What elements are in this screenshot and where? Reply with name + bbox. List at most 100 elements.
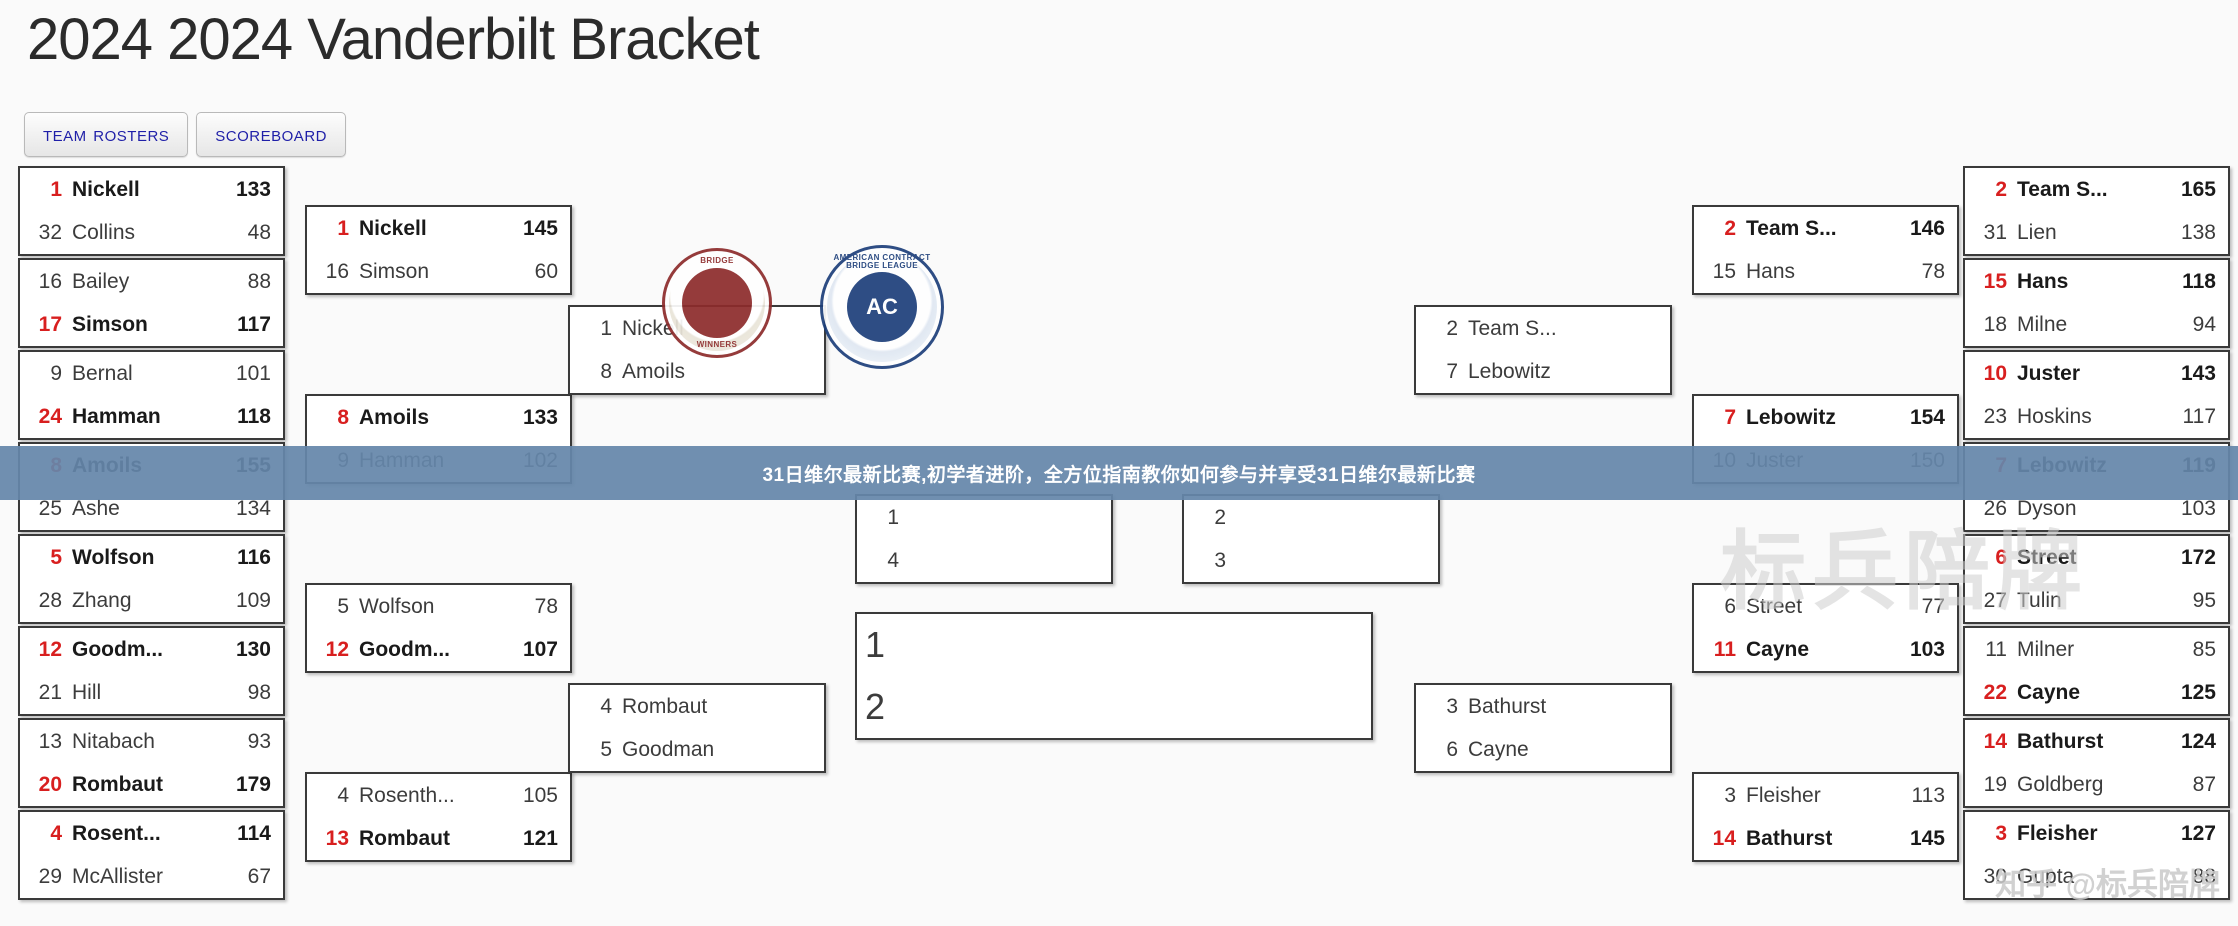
team-name: Hill: [72, 680, 102, 704]
team-name: Ashe: [72, 496, 120, 520]
seed-number: 1: [865, 624, 886, 665]
seed-number: 2: [865, 686, 886, 727]
match-box[interactable]: 5 Wolfson 116 28 Zhang 109: [18, 534, 285, 624]
seed-number: 16: [325, 259, 349, 283]
team-name: Goldberg: [2017, 772, 2104, 796]
team-score: 109: [235, 588, 271, 612]
team-score: 143: [2180, 361, 2216, 385]
seed-number: 23: [1983, 404, 2007, 428]
seed-number: 7: [1446, 359, 1458, 383]
match-row: 11 Milner 85: [1965, 628, 2228, 671]
team-name: Fleisher: [2017, 821, 2098, 845]
match-box[interactable]: 3 Fleisher 113 14 Bathurst 145: [1692, 772, 1959, 862]
match-box[interactable]: 23: [1182, 494, 1440, 584]
match-box[interactable]: 13 Nitabach 93 20 Rombaut 179: [18, 718, 285, 808]
seed-number: 28: [38, 588, 62, 612]
match-box[interactable]: 3 Bathurst 6 Cayne: [1414, 683, 1672, 773]
match-row: 10 Juster 143: [1965, 352, 2228, 395]
seed-number: 22: [1983, 680, 2007, 704]
match-row: 22 Cayne 125: [1965, 671, 2228, 714]
team-score: 116: [237, 545, 271, 569]
bracket-page: 2024 2024 Vanderbilt Bracket Team Roster…: [0, 0, 2238, 926]
match-row: 11 Cayne 103: [1694, 628, 1957, 671]
team-name: Rosent...: [72, 821, 161, 845]
promo-banner-text: 31日维尔最新比赛,初学者进阶，全方位指南教你如何参与并享受31日维尔最新比赛: [762, 464, 1476, 486]
team-score: 154: [1909, 405, 1945, 429]
seed-number: 5: [600, 737, 612, 761]
match-box[interactable]: 4 Rombaut 5 Goodman: [568, 683, 826, 773]
match-box[interactable]: 12: [855, 612, 1373, 740]
seed-number: 16: [38, 269, 62, 293]
match-row: 23 Hoskins 117: [1965, 395, 2228, 438]
match-row: 31 Lien 138: [1965, 211, 2228, 254]
team-score: 124: [2180, 729, 2216, 753]
match-box[interactable]: 12 Goodm... 130 21 Hill 98: [18, 626, 285, 716]
seed-number: 3: [1214, 548, 1226, 572]
seed-number: 24: [38, 404, 62, 428]
tab-team-rosters[interactable]: Team Rosters: [24, 112, 189, 157]
match-box[interactable]: 1 Nickell 145 16 Simson 60: [305, 205, 572, 295]
match-box[interactable]: 15 Hans 118 18 Milne 94: [1963, 258, 2230, 348]
team-score: 133: [522, 405, 558, 429]
seed-number: 9: [50, 361, 62, 385]
match-row: 1: [857, 496, 1111, 539]
team-score: 165: [2180, 177, 2216, 201]
match-row: 16 Bailey 88: [20, 260, 283, 303]
match-box[interactable]: 4 Rosenth... 105 13 Rombaut 121: [305, 772, 572, 862]
match-row: 29 McAllister 67: [20, 855, 283, 898]
team-score: 78: [534, 594, 558, 618]
team-score: 67: [247, 864, 271, 888]
team-score: 138: [2180, 220, 2216, 244]
team-score: 145: [522, 216, 558, 240]
team-name: Lien: [2017, 220, 2057, 244]
match-row: 5 Goodman: [570, 728, 824, 771]
seed-number: 7: [1724, 405, 1736, 429]
match-row: 5 Wolfson 78: [307, 585, 570, 628]
match-box[interactable]: 11 Milner 85 22 Cayne 125: [1963, 626, 2230, 716]
seed-number: 5: [50, 545, 62, 569]
seed-number: 18: [1983, 312, 2007, 336]
team-score: 103: [2180, 496, 2216, 520]
seed-number: 2: [1446, 316, 1458, 340]
team-name: Hans: [1746, 259, 1796, 283]
promo-banner: 31日维尔最新比赛,初学者进阶，全方位指南教你如何参与并享受31日维尔最新比赛: [0, 446, 2238, 500]
team-score: 85: [2192, 637, 2216, 661]
team-name: Team S...: [1746, 216, 1837, 240]
match-row: 14 Bathurst 145: [1694, 817, 1957, 860]
seed-number: 13: [325, 826, 349, 850]
match-row: 2 Team S... 146: [1694, 207, 1957, 250]
match-box[interactable]: 2 Team S... 7 Lebowitz: [1414, 305, 1672, 395]
match-box[interactable]: 5 Wolfson 78 12 Goodm... 107: [305, 583, 572, 673]
team-name: Wolfson: [72, 545, 155, 569]
match-box[interactable]: 9 Bernal 101 24 Hamman 118: [18, 350, 285, 440]
team-name: Simson: [359, 259, 430, 283]
team-score: 113: [1911, 783, 1945, 807]
match-row: 3 Fleisher 113: [1694, 774, 1957, 817]
match-row: 7 Lebowitz 154: [1694, 396, 1957, 439]
team-name: Collins: [72, 220, 136, 244]
match-box[interactable]: 14 Bathurst 124 19 Goldberg 87: [1963, 718, 2230, 808]
team-score: 118: [237, 404, 271, 428]
match-row: 3 Fleisher 127: [1965, 812, 2228, 855]
match-row: 9 Bernal 101: [20, 352, 283, 395]
seed-number: 12: [325, 637, 349, 661]
tab-scoreboard[interactable]: Scoreboard: [196, 112, 346, 157]
match-row: 4: [857, 539, 1111, 582]
match-box[interactable]: 4 Rosent... 114 29 McAllister 67: [18, 810, 285, 900]
team-score: 94: [2192, 312, 2216, 336]
team-name: Team S...: [1468, 316, 1557, 340]
match-row: 13 Nitabach 93: [20, 720, 283, 763]
seed-number: 25: [38, 496, 62, 520]
match-row: 15 Hans 118: [1965, 260, 2228, 303]
seed-number: 14: [1983, 729, 2007, 753]
match-box[interactable]: 10 Juster 143 23 Hoskins 117: [1963, 350, 2230, 440]
match-box[interactable]: 14: [855, 494, 1113, 584]
match-box[interactable]: 2 Team S... 146 15 Hans 78: [1692, 205, 1959, 295]
match-box[interactable]: 1 Nickell 133 32 Collins 48: [18, 166, 285, 256]
team-name: Hoskins: [2017, 404, 2092, 428]
team-score: 114: [237, 821, 271, 845]
team-score: 105: [522, 783, 558, 807]
match-box[interactable]: 2 Team S... 165 31 Lien 138: [1963, 166, 2230, 256]
match-box[interactable]: 16 Bailey 88 17 Simson 117: [18, 258, 285, 348]
team-name: Hamman: [72, 404, 161, 428]
